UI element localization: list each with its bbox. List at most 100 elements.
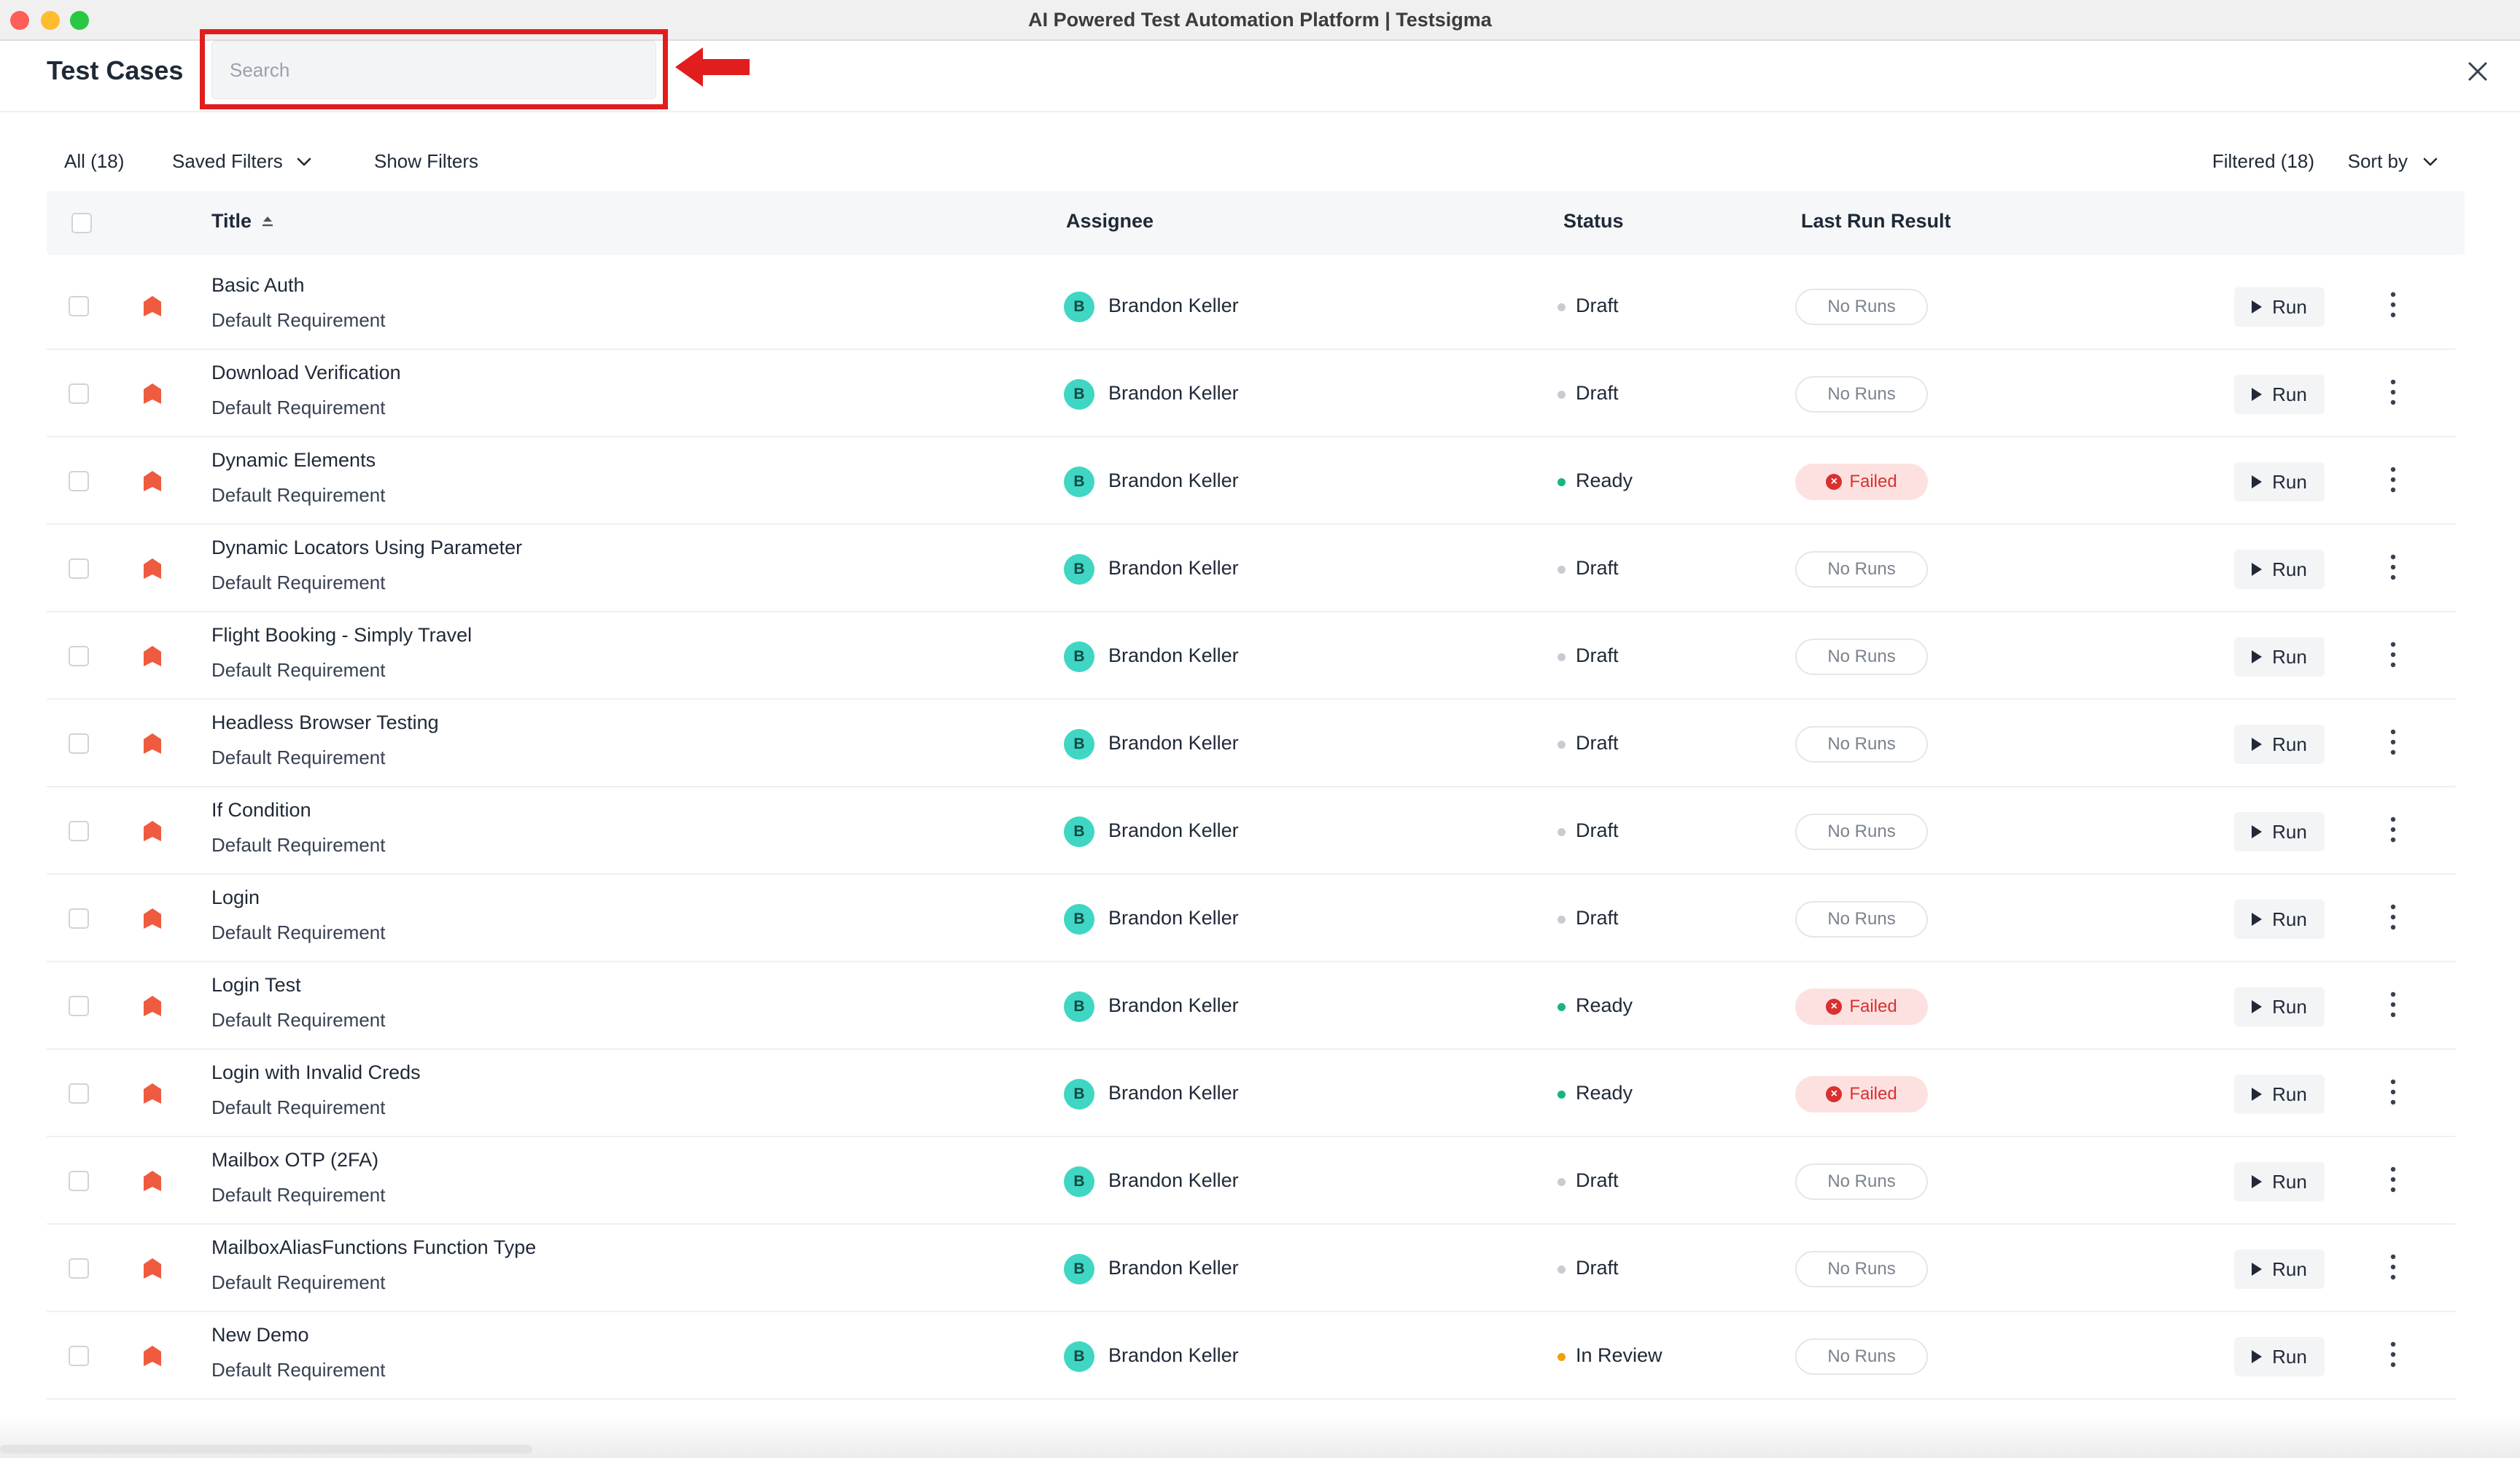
run-button[interactable]: Run — [2234, 637, 2325, 677]
run-button[interactable]: Run — [2234, 375, 2325, 414]
play-icon — [2252, 1175, 2263, 1188]
select-all-checkbox[interactable] — [71, 213, 92, 233]
avatar: B — [1064, 642, 1094, 672]
table-row[interactable]: Login Default Requirement B Brandon Keller D… — [47, 875, 2456, 962]
run-button[interactable]: Run — [2234, 900, 2325, 939]
more-vertical-icon[interactable] — [2386, 1338, 2400, 1371]
status-text: Draft — [1576, 819, 1619, 841]
run-button-label: Run — [2272, 1345, 2307, 1368]
row-checkbox[interactable] — [69, 296, 89, 316]
run-button[interactable]: Run — [2234, 1075, 2325, 1114]
row-checkbox[interactable] — [69, 908, 89, 929]
table-row[interactable]: Dynamic Locators Using Parameter Default … — [47, 525, 2456, 612]
status-text: Draft — [1576, 644, 1619, 666]
test-case-title[interactable]: If Condition — [211, 799, 311, 822]
status-text: Ready — [1576, 994, 1633, 1016]
more-vertical-icon[interactable] — [2386, 1076, 2400, 1108]
status-text: Draft — [1576, 295, 1619, 316]
table-row[interactable]: If Condition Default Requirement B Brandon … — [47, 787, 2456, 875]
sort-ascending-icon[interactable] — [260, 215, 275, 228]
avatar: B — [1064, 467, 1094, 497]
test-case-title[interactable]: Login with Invalid Creds — [211, 1061, 421, 1084]
test-case-title[interactable]: Mailbox OTP (2FA) — [211, 1149, 378, 1172]
table-row[interactable]: MailboxAliasFunctions Function Type Defau… — [47, 1225, 2456, 1312]
failed-icon: × — [1826, 474, 1843, 490]
more-vertical-icon[interactable] — [2386, 289, 2400, 321]
horizontal-scrollbar[interactable] — [0, 1445, 532, 1454]
table-row[interactable]: Login Test Default Requirement B Brandon Ke… — [47, 962, 2456, 1050]
test-case-title[interactable]: Dynamic Locators Using Parameter — [211, 537, 522, 559]
show-filters-button[interactable]: Show Filters — [374, 150, 478, 173]
avatar: B — [1064, 816, 1094, 847]
column-header-status: Status — [1563, 210, 1624, 232]
assignee-name: Brandon Keller — [1108, 382, 1239, 404]
table-row[interactable]: Download Verification Default Requirement… — [47, 350, 2456, 437]
more-vertical-icon[interactable] — [2386, 464, 2400, 496]
test-case-title[interactable]: Flight Booking - Simply Travel — [211, 624, 472, 647]
run-button[interactable]: Run — [2234, 812, 2325, 851]
avatar: B — [1064, 379, 1094, 410]
column-header-last-run-result: Last Run Result — [1801, 210, 1951, 232]
run-button[interactable]: Run — [2234, 287, 2325, 327]
close-icon[interactable] — [2463, 57, 2492, 86]
more-vertical-icon[interactable] — [2386, 901, 2400, 933]
test-case-title[interactable]: Headless Browser Testing — [211, 712, 439, 734]
assignee-name: Brandon Keller — [1108, 1344, 1239, 1366]
table-row[interactable]: Flight Booking - Simply Travel Default Re… — [47, 612, 2456, 700]
search-input[interactable] — [211, 41, 656, 99]
test-case-title[interactable]: Basic Auth — [211, 274, 305, 297]
more-vertical-icon[interactable] — [2386, 1251, 2400, 1283]
all-filter-tab[interactable]: All (18) — [64, 150, 124, 173]
row-checkbox[interactable] — [69, 1171, 89, 1191]
row-checkbox[interactable] — [69, 383, 89, 404]
test-case-title[interactable]: Login — [211, 886, 260, 909]
assignee-name: Brandon Keller — [1108, 1257, 1239, 1279]
run-button[interactable]: Run — [2234, 462, 2325, 502]
table-row[interactable]: Mailbox OTP (2FA) Default Requirement B Bra… — [47, 1137, 2456, 1225]
table-row[interactable]: Headless Browser Testing Default Requirem… — [47, 700, 2456, 787]
more-vertical-icon[interactable] — [2386, 1163, 2400, 1196]
row-checkbox[interactable] — [69, 1258, 89, 1279]
status-dot-icon — [1558, 1353, 1566, 1361]
play-icon — [2252, 650, 2263, 663]
more-vertical-icon[interactable] — [2386, 726, 2400, 758]
status-dot-icon — [1558, 1091, 1566, 1099]
table-row[interactable]: New Demo Default Requirement B Brandon Kell… — [47, 1312, 2456, 1400]
test-case-title[interactable]: Login Test — [211, 974, 301, 997]
saved-filters-dropdown[interactable]: Saved Filters — [172, 150, 312, 173]
more-vertical-icon[interactable] — [2386, 639, 2400, 671]
test-case-title[interactable]: Download Verification — [211, 362, 401, 384]
table-header: Title Assignee Status Last Run Result — [47, 191, 2465, 255]
more-vertical-icon[interactable] — [2386, 376, 2400, 408]
column-header-title[interactable]: Title — [211, 210, 275, 233]
test-case-title[interactable]: Dynamic Elements — [211, 449, 376, 472]
run-button[interactable]: Run — [2234, 987, 2325, 1026]
row-checkbox[interactable] — [69, 821, 89, 841]
more-vertical-icon[interactable] — [2386, 551, 2400, 583]
table-row[interactable]: Login with Invalid Creds Default Requirem… — [47, 1050, 2456, 1137]
row-checkbox[interactable] — [69, 558, 89, 579]
run-button[interactable]: Run — [2234, 1337, 2325, 1376]
row-checkbox[interactable] — [69, 996, 89, 1016]
priority-flag-icon — [144, 1171, 161, 1191]
row-checkbox[interactable] — [69, 646, 89, 666]
chevron-down-icon — [297, 157, 311, 165]
test-case-title[interactable]: MailboxAliasFunctions Function Type — [211, 1236, 536, 1259]
sort-by-dropdown[interactable]: Sort by — [2348, 150, 2438, 173]
table-row[interactable]: Basic Auth Default Requirement B Brandon Ke… — [47, 262, 2456, 350]
run-button[interactable]: Run — [2234, 725, 2325, 764]
row-checkbox[interactable] — [69, 1346, 89, 1366]
run-button[interactable]: Run — [2234, 550, 2325, 589]
row-checkbox[interactable] — [69, 733, 89, 754]
run-button[interactable]: Run — [2234, 1162, 2325, 1201]
table-row[interactable]: Dynamic Elements Default Requirement B Bran… — [47, 437, 2456, 525]
row-checkbox[interactable] — [69, 471, 89, 491]
more-vertical-icon[interactable] — [2386, 989, 2400, 1021]
more-vertical-icon[interactable] — [2386, 814, 2400, 846]
test-case-title[interactable]: New Demo — [211, 1324, 309, 1346]
page-header: Test Cases — [0, 29, 2520, 112]
row-checkbox[interactable] — [69, 1083, 89, 1104]
run-button[interactable]: Run — [2234, 1250, 2325, 1289]
last-run-result-badge: × Failed — [1795, 464, 1928, 500]
assignee-name: Brandon Keller — [1108, 1082, 1239, 1104]
